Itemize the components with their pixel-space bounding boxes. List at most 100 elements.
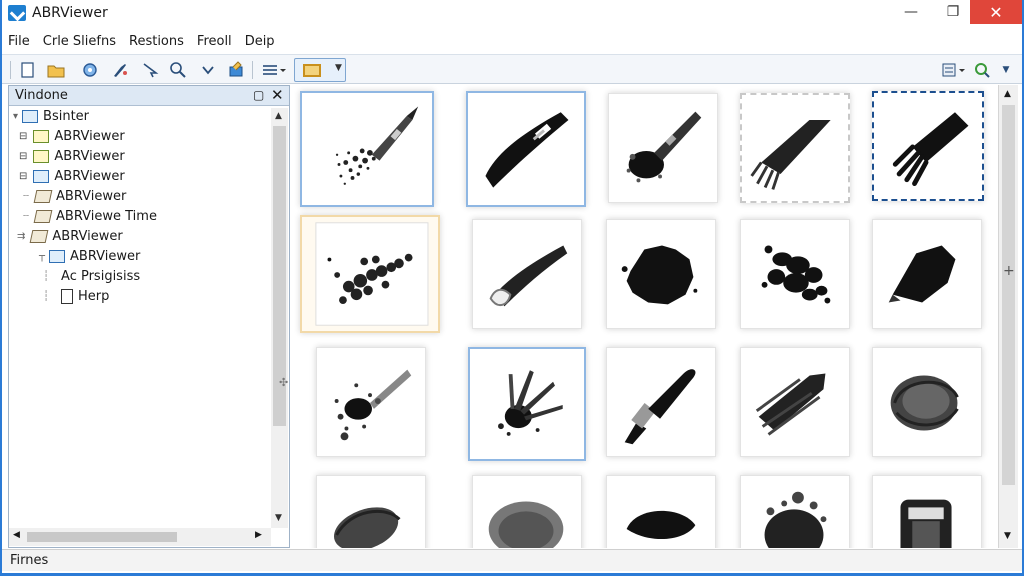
tree-item[interactable]: ┄ ABRViewer	[23, 186, 126, 206]
tree-item-label: ABRViewer	[56, 188, 127, 204]
brush-preview	[498, 370, 563, 436]
chevron-down-icon: ▼	[335, 63, 342, 73]
settings-icon[interactable]	[80, 60, 100, 80]
title-bar: ABRViewer — ❐ ✕	[2, 0, 1022, 28]
menu-options[interactable]: Restions	[129, 34, 184, 49]
tree-item[interactable]: ▾ Bsinter	[13, 106, 89, 126]
scroll-down-icon[interactable]: ▼	[1004, 531, 1011, 541]
splitter-grip-icon[interactable]: ✣	[279, 376, 288, 389]
splitter-grip-icon[interactable]: +	[1003, 263, 1015, 279]
tree-vertical-scrollbar[interactable]: ▲ ▼	[271, 108, 288, 528]
collapse-icon: ⊟	[19, 130, 28, 142]
brush-preview	[315, 222, 429, 326]
scroll-up-icon[interactable]: ▲	[1004, 89, 1011, 99]
brush-thumbnail[interactable]	[872, 91, 984, 201]
tree-item-label: ABRViewer	[52, 228, 123, 244]
search-icon[interactable]	[168, 60, 188, 80]
brush-thumbnail[interactable]	[740, 347, 850, 457]
brush-thumbnail[interactable]	[468, 347, 586, 461]
scroll-right-icon[interactable]: ▶	[255, 530, 262, 540]
tree-item-label: Herp	[78, 288, 110, 304]
brush-preview	[900, 499, 952, 548]
scroll-left-icon[interactable]: ◀	[13, 530, 20, 540]
brush-thumbnail[interactable]	[316, 475, 426, 548]
brush-thumbnail[interactable]	[300, 215, 440, 333]
tree-item[interactable]: ┄ ABRViewe Time	[23, 206, 157, 226]
tree-item[interactable]: ┆ Ac Prsigisiss	[43, 266, 140, 286]
restore-panel-button[interactable]: ▢	[253, 88, 264, 102]
menu-tools[interactable]: Freoll	[197, 34, 232, 49]
toolbar: ▼ ▼	[2, 54, 1022, 84]
tree-item[interactable]: ⊟ ABRViewer	[19, 146, 125, 166]
brush-preview	[334, 369, 412, 441]
folder-icon	[33, 169, 50, 183]
view-mode-dropdown[interactable]: ▼	[294, 58, 346, 82]
brush-preview	[626, 111, 702, 183]
brush-thumbnail[interactable]	[740, 219, 850, 329]
paint-icon[interactable]	[226, 60, 246, 80]
brush-thumbnail[interactable]	[466, 91, 586, 207]
brush-preview	[323, 96, 428, 202]
brush-thumbnail[interactable]	[740, 93, 850, 203]
minimize-button[interactable]: —	[888, 0, 934, 24]
scroll-down-icon[interactable]: ▼	[275, 513, 282, 523]
menu-help[interactable]: Deip	[245, 34, 275, 49]
close-panel-button[interactable]: ✕	[271, 86, 284, 104]
brush-tool-icon[interactable]	[110, 60, 130, 80]
new-doc-icon[interactable]	[18, 60, 38, 80]
brush-thumbnail[interactable]	[872, 347, 982, 457]
window-title: ABRViewer	[32, 5, 108, 21]
brush-thumbnail[interactable]	[606, 347, 716, 457]
tree-item[interactable]: ⊟ ABRViewer	[19, 126, 125, 146]
brush-thumbnail[interactable]	[316, 347, 426, 457]
brush-thumbnail[interactable]	[472, 475, 582, 548]
brush-preview	[621, 245, 698, 305]
brush-thumbnail[interactable]	[872, 475, 982, 548]
panel-title: Vindone	[15, 88, 68, 103]
tree-horizontal-scrollbar[interactable]: ◀ ▶	[9, 528, 271, 546]
brush-preview	[489, 245, 568, 307]
tree-item[interactable]: ⇉ ABRViewer	[17, 226, 123, 246]
cursor-icon[interactable]	[140, 60, 160, 80]
tree-line-icon: ┄	[23, 210, 30, 222]
brush-preview	[334, 507, 401, 548]
scroll-thumb[interactable]	[1002, 105, 1015, 485]
tree-item[interactable]: ┆ Herp	[43, 286, 109, 306]
brush-thumbnail[interactable]	[740, 475, 850, 548]
tree-item-label: ABRViewer	[54, 128, 125, 144]
scroll-thumb[interactable]	[27, 532, 177, 542]
brush-preview	[626, 510, 696, 540]
tree-item-label: Ac Prsigisiss	[61, 268, 141, 284]
grid-vertical-scrollbar[interactable]: ▲ + ▼	[998, 85, 1018, 548]
tree-item-label: ABRViewer	[54, 148, 125, 164]
menu-file[interactable]: File	[8, 34, 30, 49]
folder-icon	[33, 129, 50, 143]
menu-edit[interactable]: Crle Sliefns	[43, 34, 116, 49]
brush-thumbnail[interactable]	[606, 219, 716, 329]
folder-icon	[33, 149, 50, 163]
brush-preview	[755, 373, 826, 436]
open-folder-icon[interactable]	[46, 60, 66, 80]
down-arrow-icon[interactable]	[198, 60, 218, 80]
view-mode-icon	[303, 64, 321, 77]
brush-thumbnail[interactable]	[606, 475, 716, 548]
tree-line-icon: ┄	[23, 190, 30, 202]
close-button[interactable]: ✕	[970, 0, 1022, 24]
app-window: ABRViewer — ❐ ✕ File Crle Sliefns Restio…	[0, 0, 1024, 576]
collapse-icon: ⊟	[19, 170, 28, 182]
brush-thumbnail[interactable]	[472, 219, 582, 329]
brush-thumbnail[interactable]	[872, 219, 982, 329]
scroll-up-icon[interactable]: ▲	[275, 111, 282, 121]
brush-thumbnail[interactable]	[608, 93, 718, 203]
tree-item[interactable]: ⊟ ABRViewer	[19, 166, 125, 186]
folder-open-icon	[30, 229, 49, 243]
chevron-down-icon[interactable]: ▼	[996, 60, 1016, 80]
collapse-icon: ⊟	[19, 150, 28, 162]
refresh-icon[interactable]	[972, 60, 992, 80]
layout-icon[interactable]	[940, 60, 968, 80]
list-options-icon[interactable]	[260, 60, 288, 80]
brush-preview	[761, 245, 831, 304]
tree-item[interactable]: ┬ ABRViewer	[39, 246, 140, 266]
brush-preview	[485, 112, 569, 188]
brush-thumbnail[interactable]	[300, 91, 434, 207]
